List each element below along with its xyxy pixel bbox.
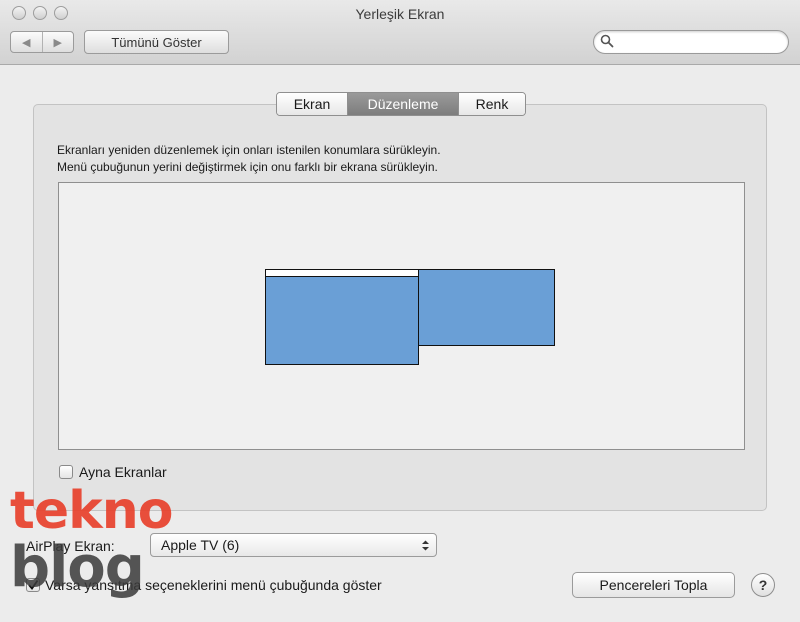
instruction-text-2: Menü çubuğunun yerini değiştirmek için o…	[57, 160, 438, 174]
tab-duzenleme[interactable]: Düzenleme	[347, 93, 458, 115]
back-button[interactable]: ◀	[11, 32, 42, 52]
window-title: Yerleşik Ekran	[355, 6, 445, 22]
watermark-logo-top: tekno	[10, 481, 173, 541]
display-arrangement-area	[58, 182, 745, 450]
tab-bar: Ekran Düzenleme Renk	[276, 92, 526, 116]
mirror-displays-checkbox[interactable]	[59, 465, 73, 479]
back-arrow-icon: ◀	[22, 36, 31, 49]
instruction-text-1: Ekranları yeniden düzenlemek için onları…	[57, 143, 441, 157]
display-secondary[interactable]	[418, 269, 555, 346]
display-main[interactable]	[265, 269, 419, 365]
forward-button[interactable]: ▶	[41, 32, 74, 52]
help-button[interactable]: ?	[751, 573, 775, 597]
back-forward-group: ◀ ▶	[10, 31, 74, 53]
forward-arrow-icon: ▶	[53, 36, 62, 49]
popup-arrows-icon	[422, 540, 429, 551]
gather-windows-button[interactable]: Pencereleri Topla	[572, 572, 735, 598]
menu-bar-indicator[interactable]	[265, 269, 419, 277]
window-toolbar: Yerleşik Ekran ◀ ▶ Tümünü Göster	[0, 0, 800, 65]
tab-ekran[interactable]: Ekran	[277, 93, 347, 115]
show-all-button[interactable]: Tümünü Göster	[84, 30, 229, 54]
airplay-selected-value: Apple TV (6)	[161, 537, 240, 553]
airplay-display-select[interactable]: Apple TV (6)	[150, 533, 437, 557]
watermark-logo-bottom: blog	[10, 535, 145, 600]
search-field[interactable]	[593, 30, 789, 54]
tab-renk[interactable]: Renk	[458, 93, 525, 115]
search-input[interactable]	[616, 33, 785, 53]
magnifier-icon	[600, 34, 614, 48]
mirror-displays-label: Ayna Ekranlar	[79, 464, 167, 480]
